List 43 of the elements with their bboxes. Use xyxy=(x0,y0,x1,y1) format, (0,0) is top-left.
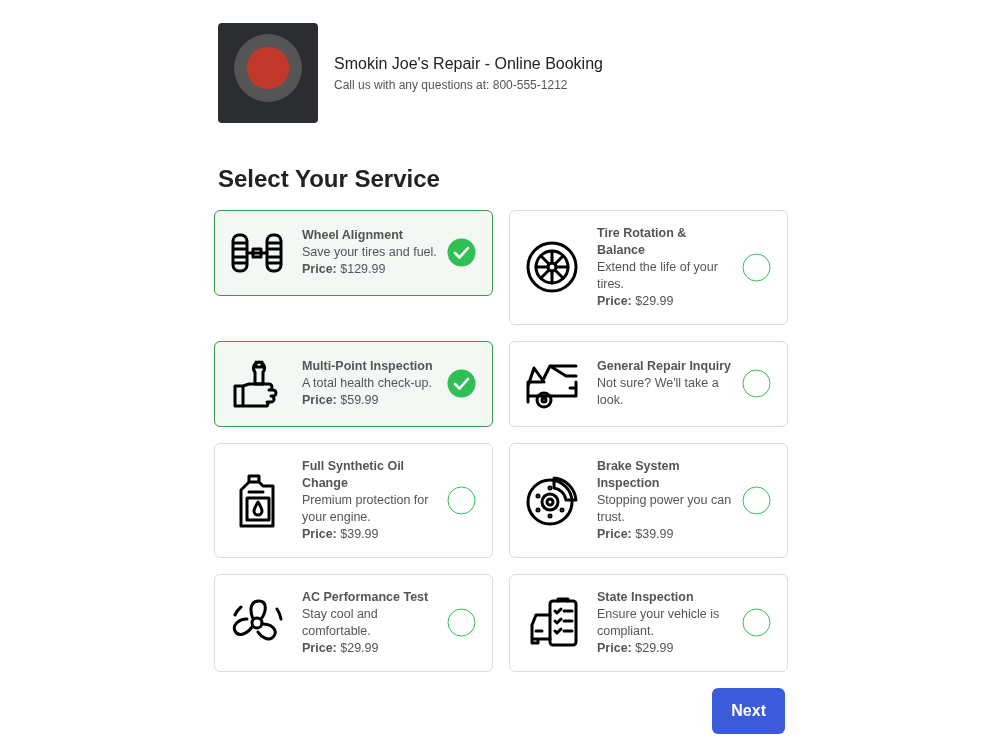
service-card[interactable]: Full Synthetic Oil Change Premium protection for your engine. Price: $39.99 xyxy=(214,442,493,558)
next-button[interactable]: Next xyxy=(712,687,785,734)
service-price: Price: $39.99 xyxy=(597,525,675,543)
page-title: Smokin Joe's Repair - Online Booking xyxy=(334,54,603,74)
service-price: Price: $39.99 xyxy=(302,525,380,543)
service-name: General Repair Inquiry xyxy=(597,358,733,376)
service-description: Stay cool and comfortable. xyxy=(302,605,379,640)
service-name: Tire Rotation & Balance xyxy=(597,224,688,259)
radio-circle-icon[interactable] xyxy=(742,608,771,638)
service-price: Price: $59.99 xyxy=(302,392,380,410)
radio-circle-icon[interactable] xyxy=(742,369,771,399)
service-name: AC Performance Test xyxy=(302,588,430,606)
service-description: Ensure your vehicle is compliant. xyxy=(597,605,721,640)
service-price: Price: $129.99 xyxy=(302,261,387,279)
service-name: Wheel Alignment xyxy=(302,227,404,245)
section-heading: Select Your Service xyxy=(218,165,441,194)
service-name: State Inspection xyxy=(597,588,695,606)
service-description: Extend the life of your tires. xyxy=(597,258,719,293)
service-name: Multi-Point Inspection xyxy=(302,358,434,376)
check-icon[interactable] xyxy=(447,238,476,268)
service-price: Price: $29.99 xyxy=(597,292,675,310)
service-description: Stopping power you can trust. xyxy=(597,491,733,526)
service-card[interactable]: Multi-Point Inspection A total health check-up. Price: $59.99 xyxy=(214,340,493,427)
radio-circle-icon[interactable] xyxy=(742,252,771,282)
service-description: Not sure? We'll take a look. xyxy=(597,375,720,410)
service-description: Save your tires and fuel. xyxy=(302,244,438,262)
service-card[interactable]: AC Performance Test Stay cool and comfortable. Price: $29.99 xyxy=(214,573,493,672)
service-price: Price: $29.99 xyxy=(302,639,380,657)
service-description: A total health check-up. xyxy=(302,375,433,393)
radio-circle-icon[interactable] xyxy=(447,485,476,515)
service-card[interactable]: Brake System Inspection Stopping power you can trust. Price: $39.99 xyxy=(509,442,788,558)
service-card[interactable]: General Repair Inquiry Not sure? We'll take a look. xyxy=(509,340,788,427)
radio-circle-icon[interactable] xyxy=(447,608,476,638)
service-description: Premium protection for your engine. xyxy=(302,491,430,526)
service-name: Brake System Inspection xyxy=(597,457,681,492)
service-name: Full Synthetic Oil Change xyxy=(302,457,406,492)
check-icon[interactable] xyxy=(447,369,476,399)
service-card[interactable]: Tire Rotation & Balance Extend the life of your tires. Price: $29.99 xyxy=(509,209,788,325)
radio-circle-icon[interactable] xyxy=(742,485,771,515)
service-card[interactable]: Wheel Alignment Save your tires and fuel. Price: $129.99 xyxy=(214,209,493,296)
service-card[interactable]: State Inspection Ensure your vehicle is compliant. Price: $29.99 xyxy=(509,573,788,672)
service-price: Price: $29.99 xyxy=(597,639,675,657)
contact-text: Call us with any questions at: 800-555-1212 xyxy=(334,77,569,94)
